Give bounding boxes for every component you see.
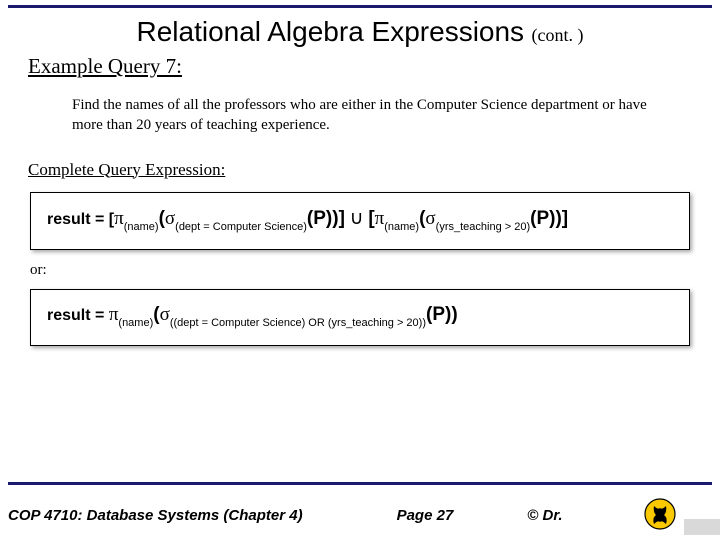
expr2-lead: result = bbox=[47, 307, 109, 324]
expr1-sub-dept: (dept = Computer Science) bbox=[175, 221, 307, 233]
pi-symbol: π bbox=[114, 208, 124, 229]
expr2-sub-combined: ((dept = Computer Science) OR (yrs_teach… bbox=[170, 317, 426, 329]
expr2-P: (P)) bbox=[426, 304, 458, 325]
sigma-symbol: σ bbox=[165, 208, 175, 229]
or-label: or: bbox=[30, 262, 692, 279]
title-main: Relational Algebra Expressions bbox=[137, 16, 525, 47]
footer-copyright: © Dr. bbox=[527, 507, 562, 524]
expr2-sub-name: (name) bbox=[118, 317, 153, 329]
expression-label: Complete Query Expression: bbox=[28, 160, 692, 180]
query-prompt: Find the names of all the professors who… bbox=[72, 95, 662, 136]
pi-symbol-2: π bbox=[375, 208, 385, 229]
expression-box-2: result = π(name)(σ((dept = Computer Scie… bbox=[30, 289, 690, 346]
union-symbol: ∪ bbox=[345, 208, 368, 229]
slide-footer: COP 4710: Database Systems (Chapter 4) P… bbox=[8, 492, 720, 538]
example-heading: Example Query 7: bbox=[28, 54, 692, 79]
gray-patch bbox=[684, 519, 720, 535]
expr1-sub-name2: (name) bbox=[384, 221, 419, 233]
footer-page: Page 27 bbox=[397, 507, 454, 524]
title-cont: (cont. ) bbox=[532, 25, 584, 45]
footer-course: COP 4710: Database Systems (Chapter 4) bbox=[8, 507, 303, 524]
sigma-symbol-2: σ bbox=[425, 208, 435, 229]
sigma-symbol-3: σ bbox=[160, 304, 170, 325]
expr1-sub-name: (name) bbox=[124, 221, 159, 233]
expr1-sub-yrs: (yrs_teaching > 20) bbox=[436, 221, 530, 233]
expr1-P: (P))] bbox=[307, 208, 345, 229]
slide-title: Relational Algebra Expressions (cont. ) bbox=[28, 16, 692, 48]
expr1-lead: result = [ bbox=[47, 211, 114, 228]
expr1-P2: (P))] bbox=[530, 208, 568, 229]
expression-box-1: result = [π(name)(σ(dept = Computer Scie… bbox=[30, 192, 690, 250]
ucf-logo-icon bbox=[644, 498, 676, 530]
pi-symbol-3: π bbox=[109, 304, 119, 325]
